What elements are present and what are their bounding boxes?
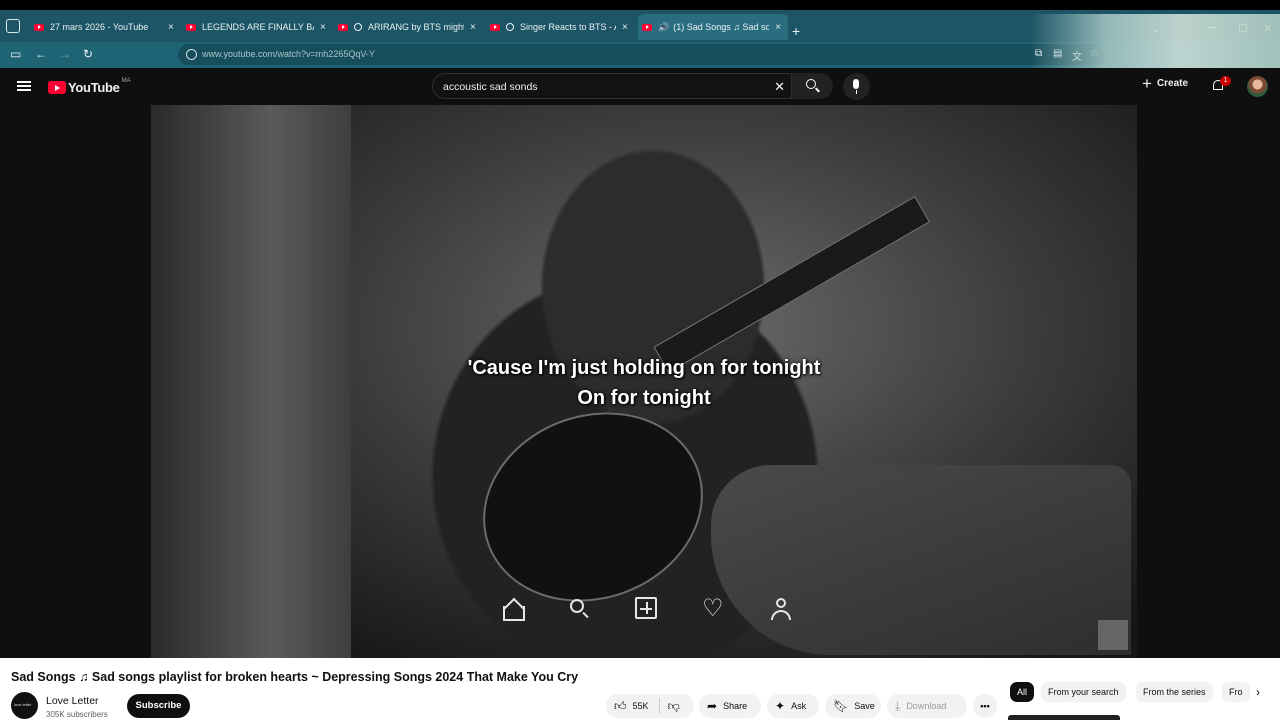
youtube-icon [186, 23, 196, 31]
like-count[interactable]: 55K [633, 701, 649, 711]
channel-watermark[interactable] [1098, 620, 1128, 650]
chip-all[interactable]: All [1010, 682, 1035, 702]
url-text[interactable]: www.youtube.com/watch?v=mh2265QqV-Y [202, 49, 375, 59]
video-player[interactable]: 'Cause I'm just holding on for tonight O… [151, 105, 1137, 658]
channel-name[interactable]: Love Letter [46, 695, 99, 707]
save-button[interactable]: 🔖︎ Save [825, 694, 881, 718]
country-code: MA [121, 77, 131, 84]
subscriber-count: 305K subscribers [46, 710, 108, 719]
search-icon [568, 597, 592, 621]
top-strip [0, 0, 1280, 10]
video-title: Sad Songs ♫ Sad songs playlist for broke… [11, 670, 579, 684]
close-icon[interactable]: × [320, 22, 326, 33]
share-icon: ➦ [707, 699, 718, 713]
download-button[interactable]: ⤓ Download [887, 694, 967, 718]
clear-search-icon[interactable]: ✕ [774, 79, 785, 95]
speaker-icon: 🔊 [658, 21, 670, 32]
logo-text: YouTube [68, 80, 120, 95]
youtube-icon [34, 23, 44, 31]
tab-title: (1) Sad Songs ♫ Sad songs [673, 22, 770, 32]
search-button[interactable] [792, 73, 833, 99]
video-frame-wall [151, 105, 351, 658]
save-label: Save [854, 701, 875, 711]
chip-partial[interactable]: Fro [1222, 682, 1250, 702]
tab-actions-icon[interactable] [6, 19, 20, 33]
browser-tab[interactable]: ARIRANG by BTS might just × [338, 14, 486, 40]
notification-badge: 1 [1220, 76, 1231, 86]
browser-tab-active[interactable]: 🔊 (1) Sad Songs ♫ Sad songs × [638, 14, 788, 40]
lyric-line: On for tonight [577, 387, 711, 409]
address-bar[interactable]: www.youtube.com/watch?v=mh2265QqV-Y ⧉ ▤ … [178, 44, 1106, 65]
forward-icon[interactable]: → [59, 47, 71, 61]
audio-icon [506, 23, 514, 31]
audio-icon [354, 23, 362, 31]
bookmark-icon: 🔖︎ [833, 699, 849, 713]
browser-theme-artwork [1030, 14, 1280, 68]
search-box[interactable]: accoustic sad sonds ✕ [432, 73, 792, 99]
youtube-icon [338, 23, 348, 31]
menu-icon[interactable] [17, 81, 31, 91]
youtube-icon [642, 23, 652, 31]
video-frame-legs [711, 465, 1131, 655]
share-button[interactable]: ➦ Share [699, 694, 761, 718]
close-icon[interactable]: × [470, 22, 476, 33]
search-input[interactable]: accoustic sad sonds [443, 81, 538, 93]
sparkle-icon: ✦ [775, 699, 786, 713]
ask-label: Ask [791, 701, 807, 711]
create-label: Create [1156, 78, 1189, 89]
voice-search-button[interactable] [843, 73, 870, 100]
subscribe-button[interactable]: Subscribe [127, 694, 190, 718]
youtube-header: YouTube MA accoustic sad sonds ✕ + Creat… [0, 68, 1280, 105]
like-icon[interactable]: 👍︎ [614, 699, 627, 714]
tab-title: LEGENDS ARE FINALLY BACK! R [202, 22, 314, 32]
tab-title: Singer Reacts to BTS - ARIR [520, 22, 616, 32]
ask-button[interactable]: ✦ Ask [767, 694, 819, 718]
youtube-logo[interactable]: YouTube MA [48, 77, 131, 95]
back-icon[interactable]: ← [35, 47, 47, 61]
chevron-right-icon[interactable]: › [1256, 685, 1260, 699]
close-icon[interactable]: × [775, 22, 781, 33]
divider [658, 698, 660, 714]
browser-tab[interactable]: 27 mars 2026 - YouTube × [34, 14, 182, 40]
video-info-area: Sad Songs ♫ Sad songs playlist for broke… [0, 658, 1280, 720]
new-tab-button[interactable]: + [792, 23, 800, 39]
plus-icon: + [1142, 73, 1152, 93]
sidebar-toggle-icon[interactable]: ▭ [10, 47, 21, 61]
close-icon[interactable]: × [622, 22, 628, 33]
close-icon[interactable]: × [168, 22, 174, 33]
heart-icon: ♡ [702, 595, 724, 622]
dislike-icon[interactable]: 👎︎ [668, 699, 680, 714]
search-icon [806, 79, 816, 89]
add-icon [635, 597, 657, 619]
share-label: Share [723, 701, 748, 711]
home-icon [501, 597, 525, 621]
tab-title: ARIRANG by BTS might just [368, 22, 464, 32]
chip-from-the-series[interactable]: From the series [1136, 682, 1213, 702]
reload-icon[interactable]: ↻ [83, 47, 93, 61]
profile-icon [769, 597, 793, 621]
browser-tab[interactable]: Singer Reacts to BTS - ARIR × [490, 14, 638, 40]
like-dislike-group: 👍︎ 55K 👎︎ [606, 694, 694, 718]
tab-title: 27 mars 2026 - YouTube [50, 22, 149, 32]
download-label: Download [906, 701, 947, 711]
channel-avatar[interactable] [11, 692, 38, 719]
recommendation-thumbnail[interactable] [1008, 715, 1120, 720]
youtube-play-icon [48, 81, 66, 94]
youtube-icon [490, 23, 500, 31]
account-avatar[interactable] [1247, 76, 1268, 97]
browser-tab[interactable]: LEGENDS ARE FINALLY BACK! R × [186, 14, 334, 40]
download-icon: ⤓ [895, 698, 901, 713]
site-info-icon[interactable] [186, 49, 197, 60]
lyric-line: 'Cause I'm just holding on for tonight [467, 357, 821, 379]
more-actions-button[interactable]: ••• [973, 694, 997, 718]
create-button[interactable]: + Create [1142, 73, 1189, 93]
chip-from-your-search[interactable]: From your search [1041, 682, 1126, 702]
